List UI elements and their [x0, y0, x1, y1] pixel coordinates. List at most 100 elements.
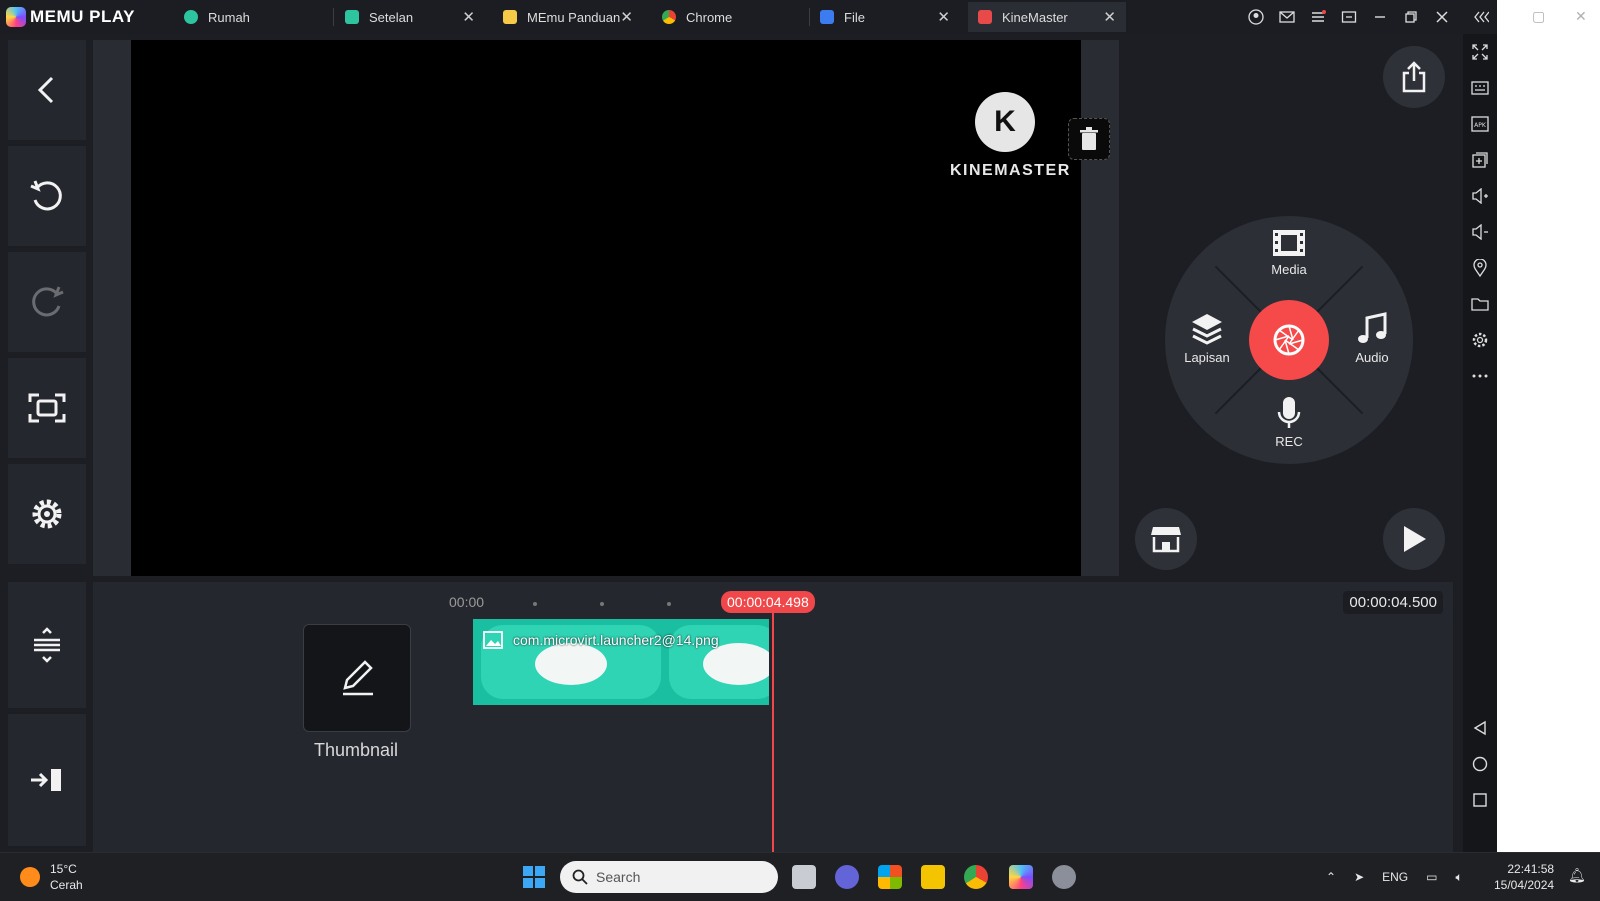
thumbnail-edit-button[interactable]: [303, 624, 411, 732]
timeline-start-time: 00:00: [449, 594, 485, 610]
volume-down-icon[interactable]: [1463, 220, 1497, 244]
taskbar-search[interactable]: Search: [560, 861, 778, 893]
speaker-icon[interactable]: 🔈︎: [1455, 870, 1462, 885]
time-tick: [667, 602, 671, 606]
svg-text:APK: APK: [1474, 122, 1487, 129]
language-indicator[interactable]: ENG: [1382, 870, 1408, 884]
collapse-toolbar-icon[interactable]: [1470, 6, 1492, 28]
menu-icon[interactable]: [1307, 6, 1329, 28]
thumbnail-label: Thumbnail: [313, 740, 399, 760]
search-icon: [572, 869, 588, 885]
watermark-text: KINEMASTER: [950, 162, 1071, 179]
rec-button[interactable]: REC: [1249, 396, 1329, 449]
tab-separator: [333, 8, 334, 26]
chevron-up-icon[interactable]: ⌃: [1326, 870, 1336, 884]
expand-vertical-icon: [34, 627, 60, 663]
multi-window-icon[interactable]: [1338, 6, 1360, 28]
task-view-icon[interactable]: [792, 865, 816, 889]
close-icon[interactable]: ✕: [937, 8, 950, 26]
home-shape-icon: [703, 643, 769, 685]
capture-frame-button[interactable]: [8, 358, 86, 458]
restore-icon[interactable]: ▢: [1532, 8, 1545, 25]
account-icon[interactable]: [1245, 6, 1267, 28]
windows-start-icon[interactable]: [522, 865, 546, 889]
android-recents-icon[interactable]: [1463, 788, 1497, 812]
redo-button[interactable]: [8, 252, 86, 352]
play-button[interactable]: [1383, 508, 1445, 570]
close-icon[interactable]: ✕: [620, 8, 633, 26]
microphone-icon: [1277, 397, 1301, 428]
layer-label: Lapisan: [1184, 350, 1230, 365]
apk-install-icon[interactable]: APK: [1463, 112, 1497, 136]
timeline-expand-button[interactable]: [8, 582, 86, 708]
undo-button[interactable]: [8, 146, 86, 246]
chrome-taskbar-icon[interactable]: [964, 865, 988, 889]
layer-button[interactable]: Lapisan: [1167, 312, 1247, 365]
audio-button[interactable]: Audio: [1332, 312, 1412, 365]
tab-file[interactable]: File ✕: [820, 2, 960, 32]
project-settings-button[interactable]: [8, 464, 86, 564]
clip-filename: com.microvirt.launcher2@14.png: [513, 632, 719, 648]
mail-icon[interactable]: [1276, 6, 1298, 28]
store-icon: [1151, 527, 1181, 553]
volume-up-icon[interactable]: [1463, 184, 1497, 208]
undo-icon: [30, 180, 62, 211]
jump-to-end-button[interactable]: [8, 714, 86, 846]
tab-chrome[interactable]: Chrome: [662, 2, 802, 32]
minimize-icon[interactable]: [1369, 6, 1391, 28]
settings-icon[interactable]: [1463, 328, 1497, 352]
folder-icon[interactable]: [1463, 292, 1497, 316]
location-icon[interactable]: [1463, 256, 1497, 280]
record-capture-button[interactable]: [1249, 300, 1329, 380]
remove-watermark-button[interactable]: [1068, 118, 1110, 160]
time-tick: [600, 602, 604, 606]
android-home-icon[interactable]: [1463, 752, 1497, 776]
tab-rumah[interactable]: Rumah: [184, 2, 324, 32]
settings-taskbar-icon[interactable]: [1052, 865, 1076, 889]
add-window-icon[interactable]: [1463, 148, 1497, 172]
clock-date: 15/04/2024: [1494, 878, 1555, 892]
back-button[interactable]: [8, 40, 86, 140]
trash-icon: [1080, 127, 1098, 150]
memu-logo-icon: [6, 7, 26, 27]
memu-taskbar-icon[interactable]: [1009, 865, 1033, 889]
video-preview[interactable]: [131, 40, 1081, 576]
home-shape-icon: [535, 643, 607, 685]
tab-label: File: [844, 9, 865, 25]
timeline-panel[interactable]: 00:00 00:00:04.498 00:00:04.500 Thumbnai…: [93, 582, 1453, 852]
export-button[interactable]: [1383, 46, 1445, 108]
store-app-icon[interactable]: [878, 865, 902, 889]
system-clock[interactable]: 22:41:58 15/04/2024: [1494, 861, 1554, 893]
file-explorer-icon[interactable]: [921, 865, 945, 889]
more-icon[interactable]: [1463, 364, 1497, 388]
windows-taskbar: 15°C Cerah Search ⌃ ➤ ENG ▭ 🔈︎ 22:41:58 …: [0, 852, 1600, 901]
keyboard-icon[interactable]: [1463, 76, 1497, 100]
tab-memu-panduan[interactable]: MEmu Panduan ✕: [503, 2, 643, 32]
teams-chat-icon[interactable]: [835, 865, 859, 889]
clock-time: 22:41:58: [1507, 862, 1555, 876]
total-duration: 00:00:04.500: [1343, 591, 1443, 614]
close-icon[interactable]: ✕: [1103, 8, 1116, 26]
android-back-icon[interactable]: [1463, 716, 1497, 740]
home-app-icon: [184, 10, 198, 24]
memu-logo: MEMU PLAY: [6, 5, 135, 29]
media-button[interactable]: Media: [1249, 228, 1329, 277]
playhead-line[interactable]: [772, 606, 774, 852]
logo-letter: K: [994, 105, 1016, 138]
fullscreen-icon[interactable]: [1463, 40, 1497, 64]
close-window-icon[interactable]: [1431, 6, 1453, 28]
close-icon[interactable]: ✕: [462, 8, 475, 26]
kinemaster-app-icon: [978, 10, 992, 24]
close-icon[interactable]: ✕: [1575, 8, 1587, 25]
network-icon[interactable]: ▭: [1426, 870, 1437, 884]
tab-setelan[interactable]: Setelan ✕: [345, 2, 485, 32]
kinemaster-logo-icon: K: [975, 92, 1035, 152]
weather-widget[interactable]: 15°C Cerah: [20, 861, 83, 893]
restore-icon[interactable]: [1400, 6, 1422, 28]
time-tick: [533, 602, 537, 606]
asset-store-button[interactable]: [1135, 508, 1197, 570]
image-clip[interactable]: com.microvirt.launcher2@14.png: [473, 619, 769, 705]
tab-kinemaster[interactable]: KineMaster ✕: [968, 2, 1126, 32]
notification-bell-icon[interactable]: 🔔︎: [1568, 867, 1586, 884]
location-tray-icon[interactable]: ➤: [1354, 870, 1364, 884]
